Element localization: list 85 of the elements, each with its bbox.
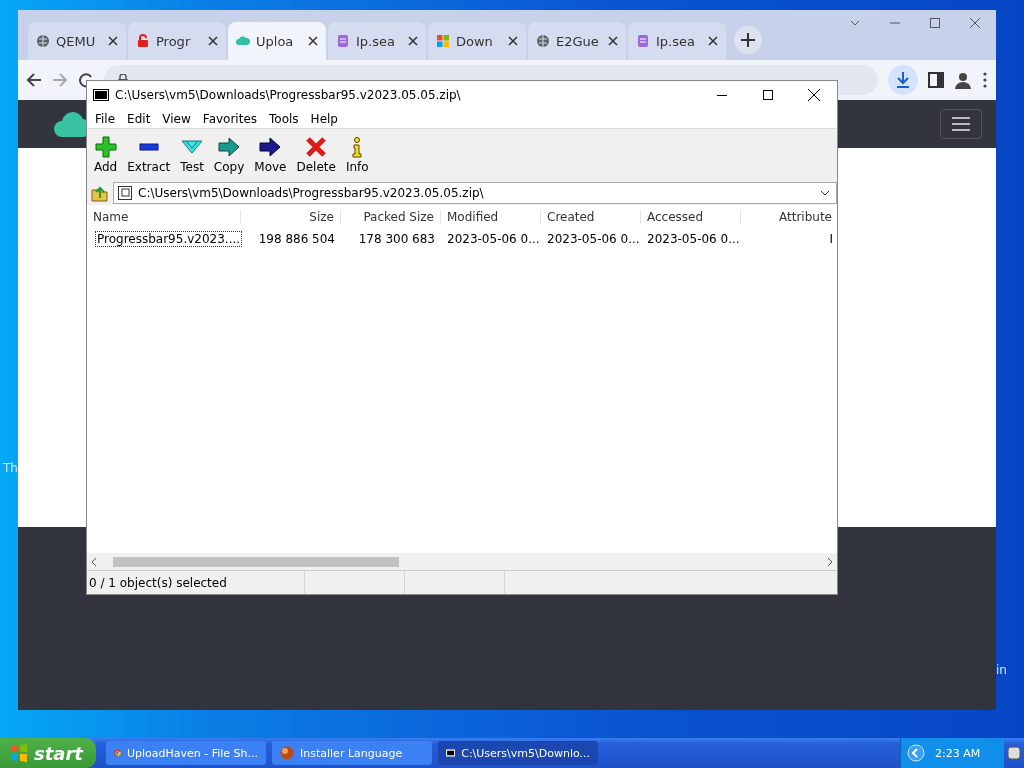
windows-logo-icon: [10, 744, 28, 762]
scroll-right-icon[interactable]: [827, 557, 833, 566]
taskbar-button[interactable]: UploadHaven - File Sh...: [106, 741, 266, 765]
column-header[interactable]: Attribute: [741, 210, 837, 224]
close-icon[interactable]: [108, 36, 118, 46]
menu-item[interactable]: Favorites: [196, 111, 264, 126]
close-icon[interactable]: [970, 18, 980, 28]
arrow-icon: [218, 136, 241, 158]
toolbar-button[interactable]: Add: [89, 134, 123, 176]
browser-tab[interactable]: E2Gue: [528, 22, 626, 60]
menu-item[interactable]: Edit: [121, 111, 157, 126]
close-icon[interactable]: [708, 36, 718, 46]
browser-tab[interactable]: Down: [428, 22, 526, 60]
delete-icon: [305, 136, 328, 158]
browser-tab[interactable]: Ip.sea: [328, 22, 426, 60]
maximize-icon[interactable]: [930, 18, 940, 28]
download-icon[interactable]: [888, 65, 918, 95]
notepad-icon: [636, 34, 650, 48]
close-icon: [808, 89, 820, 101]
globe-icon: [36, 34, 50, 48]
minimize-icon: [717, 94, 727, 96]
menu-item[interactable]: Tools: [263, 111, 305, 126]
toolbar-button[interactable]: Test: [175, 134, 209, 176]
side-panel-icon[interactable]: [928, 72, 944, 88]
scroll-left-icon[interactable]: [91, 557, 97, 566]
desktop-text: in: [996, 663, 1007, 677]
table-cell-text: 2023-05-06 0...: [446, 232, 541, 246]
squares-icon: [436, 34, 450, 48]
browser-tab[interactable]: Progr: [128, 22, 226, 60]
table-cell-text: 178 300 683: [357, 232, 436, 246]
arrow-icon: [259, 136, 282, 158]
browser-tab[interactable]: QEMU: [28, 22, 126, 60]
close-icon[interactable]: [308, 36, 318, 46]
notepad-icon: [336, 34, 350, 48]
toolbar-button[interactable]: Copy: [208, 134, 250, 176]
profile-icon[interactable]: [954, 71, 972, 89]
close-icon[interactable]: [408, 36, 418, 46]
toolbar-button[interactable]: Delete: [291, 134, 341, 176]
path-field[interactable]: C:\Users\vm5\Downloads\Progressbar95.v2023.05.05.zip\: [113, 182, 837, 204]
table-cell-text: 198 886 504: [257, 232, 336, 246]
archive-icon: [446, 747, 456, 759]
maximize-icon: [763, 90, 773, 100]
table-cell-text: 2023-05-06 0...: [646, 232, 741, 246]
back-icon[interactable]: [26, 72, 42, 88]
taskbar-button[interactable]: C:\Users\vm5\Downlo...: [438, 741, 598, 765]
browser-tab[interactable]: Ip.sea: [628, 22, 726, 60]
chevron-left-icon[interactable]: [907, 744, 925, 762]
more-icon[interactable]: [982, 72, 988, 88]
menu-item[interactable]: File: [89, 111, 122, 126]
window-title: C:\Users\vm5\Downloads\Progressbar95.v2023.05.05.zip\: [115, 88, 462, 102]
table-cell-text: 2023-05-06 0...: [546, 232, 641, 246]
clock: 2:23 AM: [935, 746, 981, 760]
browser-tab[interactable]: Uploa: [228, 22, 326, 60]
column-header[interactable]: Accessed: [641, 210, 741, 224]
toolbar-button[interactable]: Info: [340, 134, 374, 176]
status-text: 0 / 1 object(s) selected: [87, 571, 305, 594]
toolbar-button[interactable]: Extract: [122, 134, 176, 176]
chevron-down-icon[interactable]: [820, 190, 830, 196]
lock-icon: [136, 34, 150, 48]
desktop-text: Th: [3, 461, 18, 475]
archive-icon: [93, 89, 109, 101]
file-name[interactable]: Progressbar95.v2023....: [95, 231, 243, 247]
menu-item[interactable]: View: [156, 111, 197, 126]
installer-icon: [280, 746, 294, 760]
column-header[interactable]: Packed Size: [341, 210, 441, 224]
table-cell-text: I: [828, 232, 834, 246]
plus-icon: [94, 136, 117, 158]
toolbar-button[interactable]: Move: [249, 134, 292, 176]
horizontal-scrollbar[interactable]: [87, 553, 837, 570]
zip-file-icon: [118, 186, 132, 200]
column-header[interactable]: Name: [87, 210, 241, 224]
close-icon[interactable]: [208, 36, 218, 46]
menu-button[interactable]: [940, 109, 982, 139]
close-icon[interactable]: [508, 36, 518, 46]
column-header[interactable]: Size: [241, 210, 341, 224]
new-tab-icon[interactable]: [734, 26, 762, 54]
globe-icon: [536, 34, 550, 48]
close-icon[interactable]: [608, 36, 618, 46]
taskbar-button[interactable]: Installer Language: [272, 741, 432, 765]
folder-up-icon[interactable]: [91, 184, 109, 202]
column-header[interactable]: Created: [541, 210, 641, 224]
menu-icon: [952, 117, 970, 131]
cloud-icon: [236, 34, 250, 48]
column-header[interactable]: Modified: [441, 210, 541, 224]
menu-item[interactable]: Help: [304, 111, 344, 126]
